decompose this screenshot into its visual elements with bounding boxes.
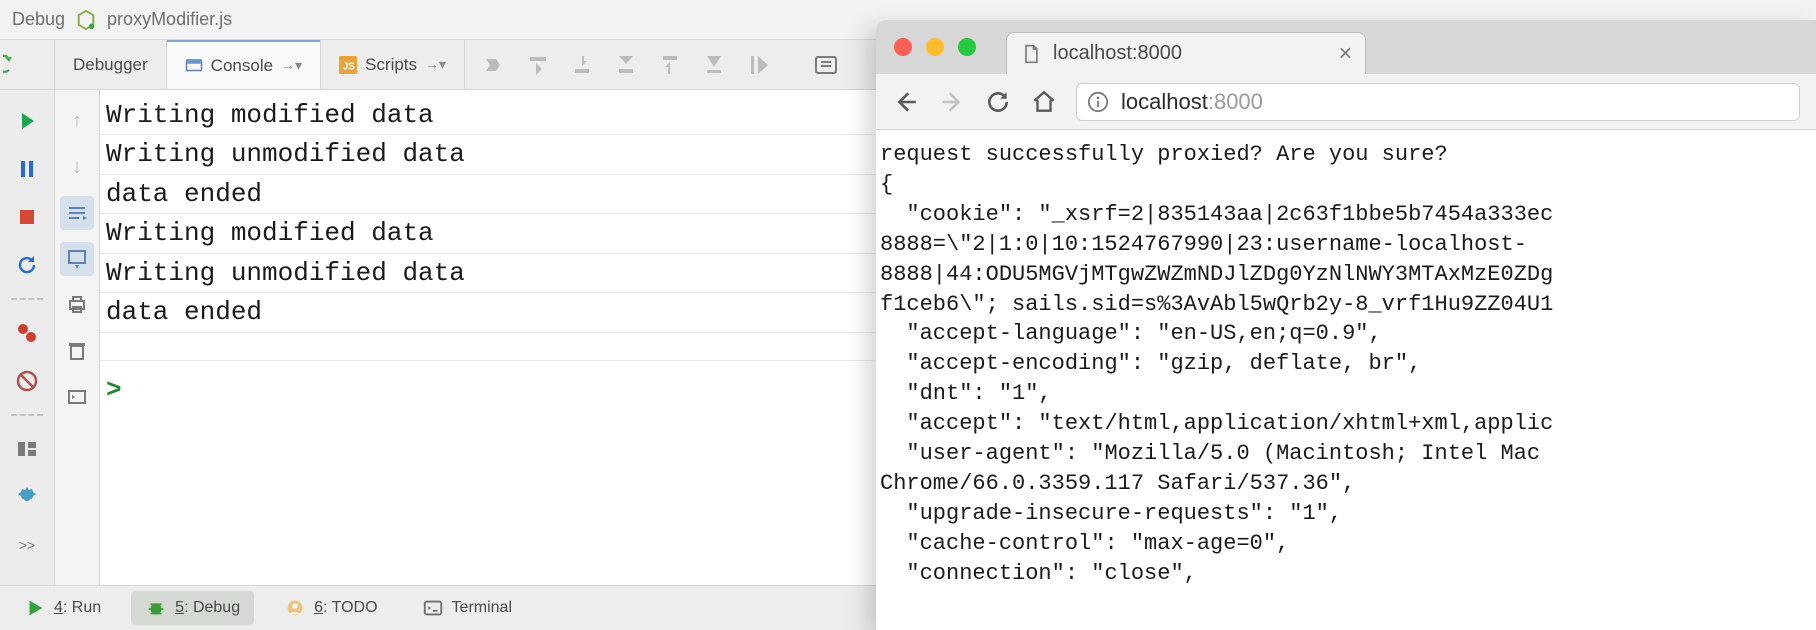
page-text-line: "accept-encoding": "gzip, deflate, br",	[880, 349, 1812, 379]
terminal-label: Terminal	[452, 599, 512, 617]
site-info-icon[interactable]	[1087, 91, 1109, 113]
play-icon	[24, 597, 46, 619]
debug-hotkey: 5	[175, 599, 184, 616]
page-text-line: "user-agent": "Mozilla/5.0 (Macintosh; I…	[880, 439, 1812, 469]
todo-hotkey: 6	[314, 599, 323, 616]
force-step-into-button[interactable]	[611, 50, 641, 80]
restart-button[interactable]	[10, 248, 44, 282]
browser-tab[interactable]: localhost:8000 ✕	[1006, 32, 1366, 74]
breakpoints-button[interactable]	[10, 316, 44, 350]
stop-button[interactable]	[10, 200, 44, 234]
chevron-right-icon: >>	[19, 537, 35, 553]
close-window-button[interactable]	[894, 38, 912, 56]
debugger-tab-label: Debugger	[73, 55, 148, 75]
drop-frame-button[interactable]	[699, 50, 729, 80]
page-text-line: "connection": "close",	[880, 559, 1812, 589]
scripts-tab[interactable]: JS Scripts →▾	[321, 40, 465, 89]
mute-breakpoints-button[interactable]	[10, 364, 44, 398]
close-tab-button[interactable]: ✕	[1338, 43, 1353, 64]
step-over-button[interactable]	[523, 50, 553, 80]
scroll-up-button[interactable]: ↑	[60, 104, 94, 138]
page-text-line: {	[880, 170, 1812, 200]
layout-button[interactable]	[10, 432, 44, 466]
js-icon: JS	[339, 56, 357, 74]
page-text-line: 8888=\"2|1:0|10:1524767990|23:username-l…	[880, 230, 1812, 260]
scripts-tab-dropdown-icon[interactable]: →▾	[425, 56, 446, 73]
chrome-window: localhost:8000 ✕ localhost:8000 request …	[876, 20, 1816, 630]
todo-tool-window-button[interactable]: 6: TODO	[270, 591, 391, 625]
pause-button[interactable]	[10, 152, 44, 186]
page-text-line: "upgrade-insecure-requests": "1",	[880, 499, 1812, 529]
todo-label: : TODO	[323, 599, 378, 616]
address-text: localhost:8000	[1121, 89, 1263, 115]
browser-tab-title: localhost:8000	[1053, 42, 1182, 65]
page-text-line: Chrome/66.0.3359.117 Safari/537.36",	[880, 469, 1812, 499]
rail-separator	[11, 298, 43, 300]
address-host: localhost	[1121, 89, 1208, 114]
open-in-console-button[interactable]	[60, 380, 94, 414]
run-to-cursor-button[interactable]	[743, 50, 773, 80]
step-out-button[interactable]	[655, 50, 685, 80]
address-port: :8000	[1208, 89, 1263, 114]
rail-separator	[11, 414, 43, 416]
terminal-icon	[422, 597, 444, 619]
back-button[interactable]	[892, 88, 920, 116]
forward-button[interactable]	[938, 88, 966, 116]
minimize-window-button[interactable]	[926, 38, 944, 56]
page-body[interactable]: request successfully proxied? Are you su…	[876, 130, 1816, 630]
scroll-to-end-button[interactable]	[60, 242, 94, 276]
nodejs-icon	[75, 9, 97, 31]
mid-rail: ↑ ↓	[55, 90, 100, 585]
run-hotkey: 4	[54, 599, 63, 616]
svg-text:JS: JS	[343, 61, 355, 72]
run-label: : Run	[63, 599, 101, 616]
page-text-line: "accept-language": "en-US,en;q=0.9",	[880, 319, 1812, 349]
page-text-line: "dnt": "1",	[880, 379, 1812, 409]
address-bar[interactable]: localhost:8000	[1076, 83, 1800, 121]
evaluate-icon[interactable]	[811, 50, 841, 80]
page-text-line: f1ceb6\"; sails.sid=s%3AvAbl5wQrb2y-8_vr…	[880, 290, 1812, 320]
console-icon	[185, 57, 203, 75]
maximize-window-button[interactable]	[958, 38, 976, 56]
home-button[interactable]	[1030, 88, 1058, 116]
more-button[interactable]: >>	[10, 528, 44, 562]
reload-button[interactable]	[984, 88, 1012, 116]
debug-label: Debug	[12, 9, 65, 30]
settings-button[interactable]	[10, 480, 44, 514]
show-exec-point-button[interactable]	[479, 50, 509, 80]
step-into-button[interactable]	[567, 50, 597, 80]
rerun-button[interactable]	[0, 50, 30, 80]
console-tab-dropdown-icon[interactable]: →▾	[281, 57, 302, 74]
page-text-line: "cache-control": "max-age=0",	[880, 529, 1812, 559]
window-controls	[894, 38, 976, 56]
debug-label: : Debug	[184, 599, 240, 616]
print-button[interactable]	[60, 288, 94, 322]
clear-button[interactable]	[60, 334, 94, 368]
rerun-cell	[0, 40, 55, 89]
debug-tool-window-button[interactable]: 5: Debug	[131, 591, 254, 625]
console-tab-label: Console	[211, 56, 273, 76]
terminal-tool-window-button[interactable]: Terminal	[408, 591, 526, 625]
scroll-down-button[interactable]: ↓	[60, 150, 94, 184]
page-text-line: 8888|44:ODU5MGVjMTgwZWZmNDJlZDg0YzNlNWY3…	[880, 260, 1812, 290]
page-text-line: request successfully proxied? Are you su…	[880, 140, 1812, 170]
soft-wrap-button[interactable]	[60, 196, 94, 230]
scripts-tab-label: Scripts	[365, 55, 417, 75]
page-text-line: "accept": "text/html,application/xhtml+x…	[880, 409, 1812, 439]
console-tab[interactable]: Console →▾	[167, 40, 321, 89]
file-name-label: proxyModifier.js	[107, 9, 232, 30]
prompt-chevron-icon: >	[106, 371, 122, 409]
page-text-line: "cookie": "_xsrf=2|835143aa|2c63f1bbe5b7…	[880, 200, 1812, 230]
todo-icon	[284, 597, 306, 619]
page-icon	[1021, 44, 1041, 64]
chrome-toolbar: localhost:8000	[876, 74, 1816, 130]
debugger-tab[interactable]: Debugger	[55, 40, 167, 89]
run-tool-window-button[interactable]: 4: Run	[10, 591, 115, 625]
resume-button[interactable]	[10, 104, 44, 138]
left-rail: >>	[0, 90, 55, 585]
bug-icon	[145, 597, 167, 619]
chrome-tabbar: localhost:8000 ✕	[876, 20, 1816, 74]
